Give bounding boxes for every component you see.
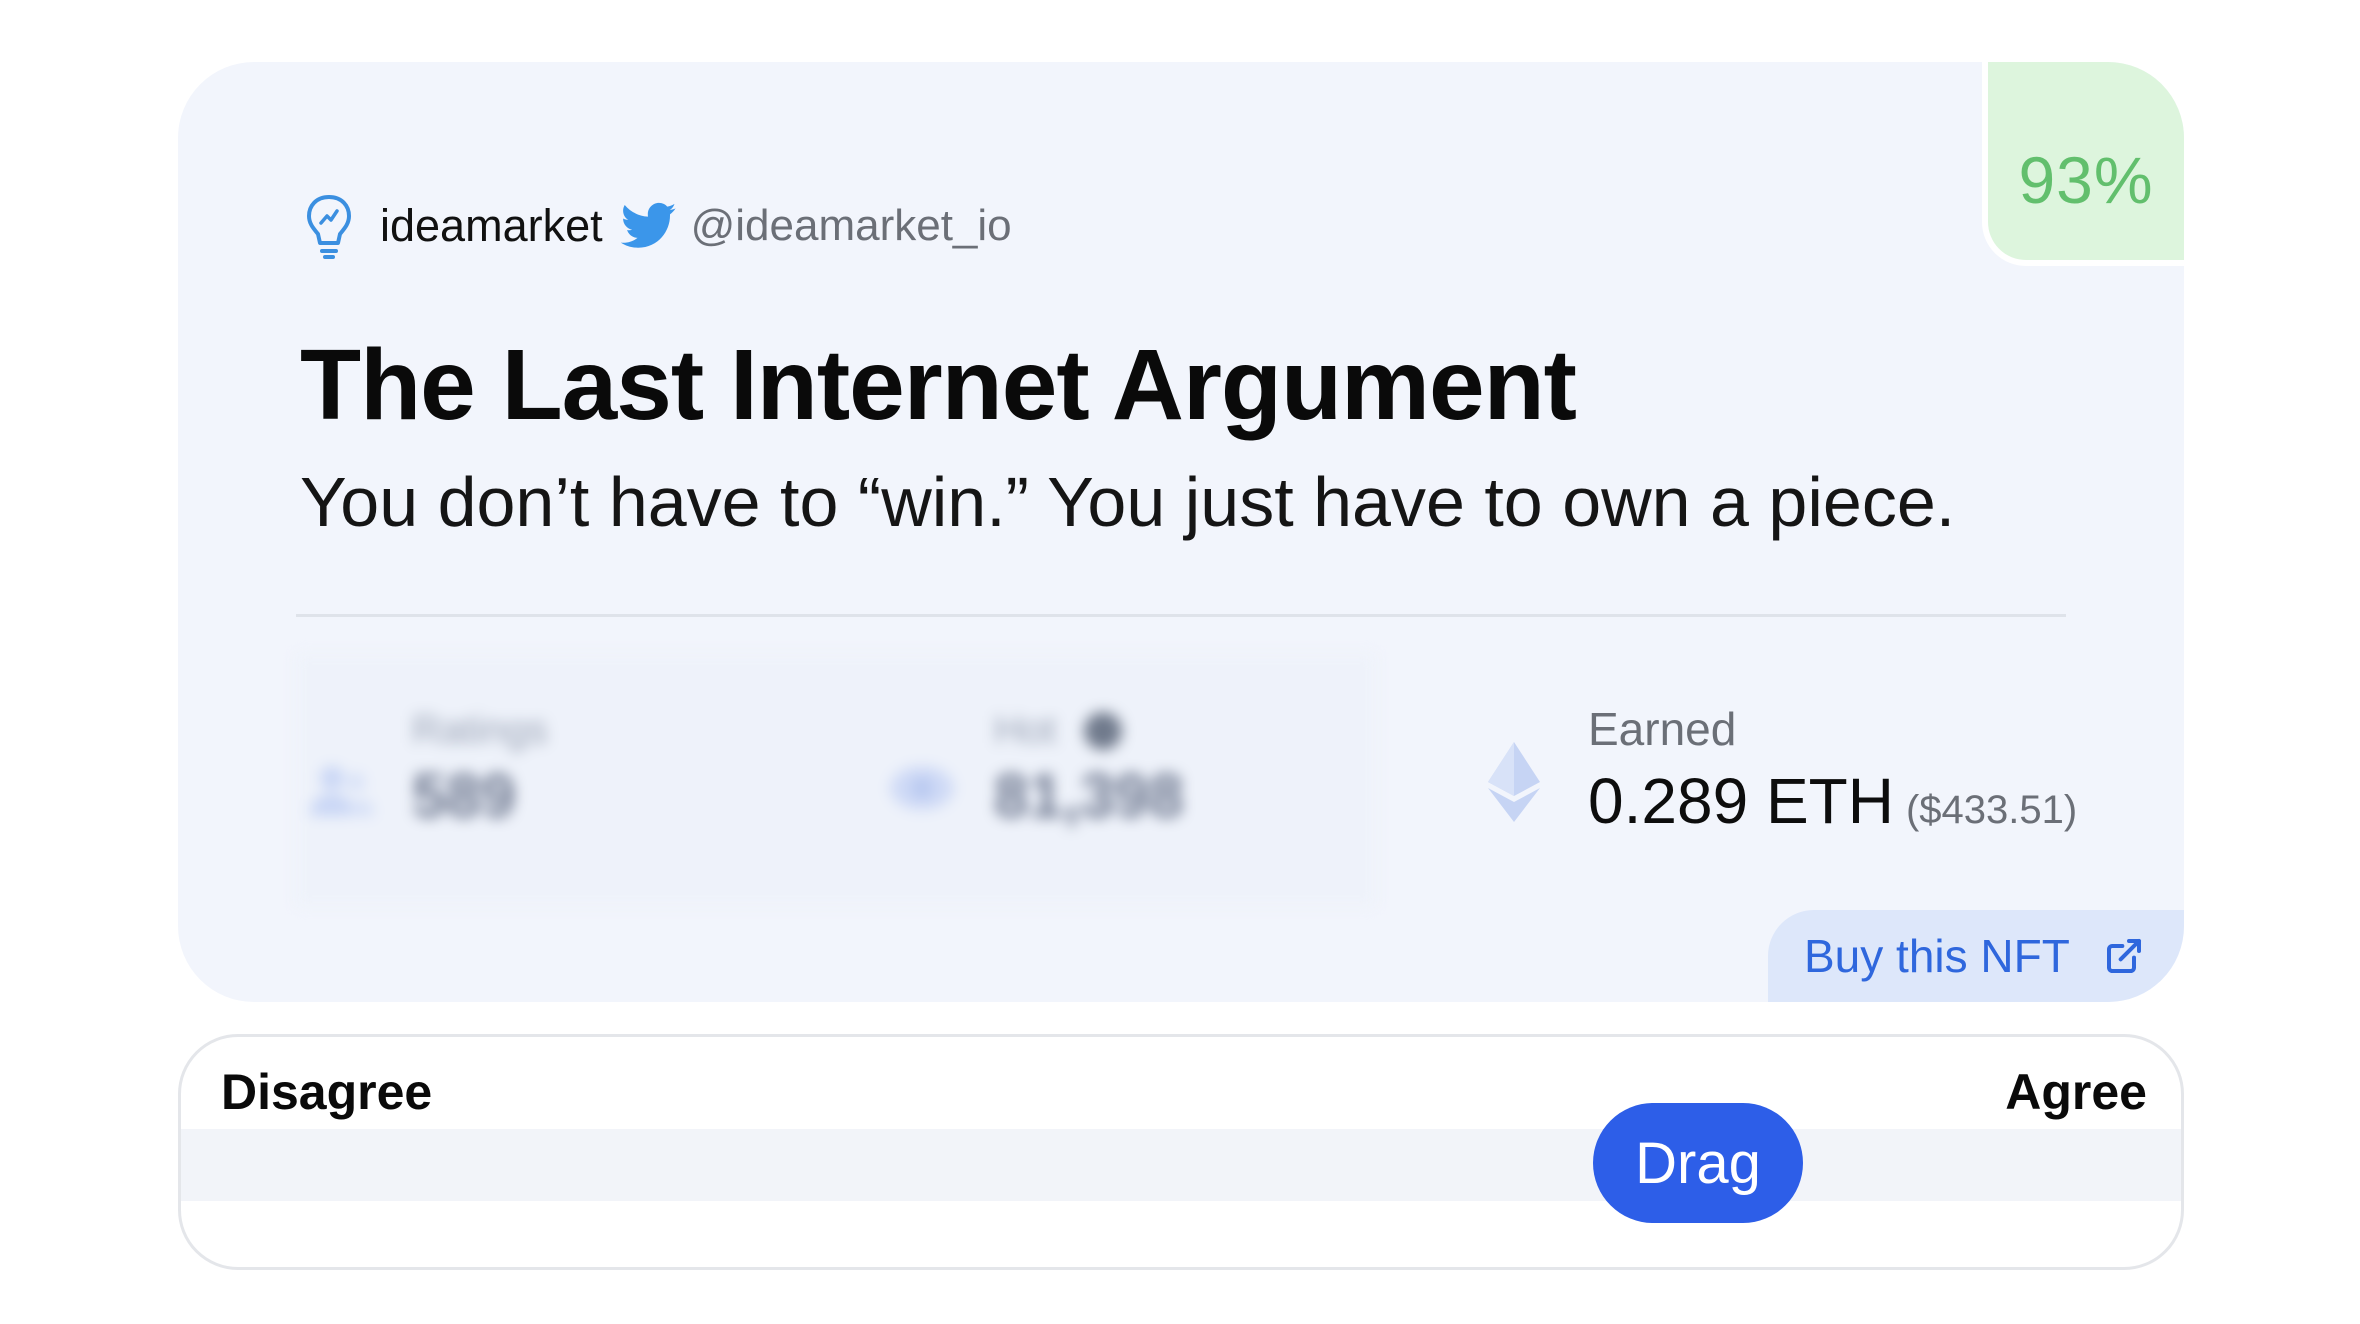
lightbulb-icon: [307, 195, 351, 259]
agreement-percent: 93%: [2018, 143, 2154, 217]
idea-subtitle: You don’t have to “win.” You just have t…: [300, 463, 1956, 541]
slider-drag-handle[interactable]: Drag: [1593, 1103, 1803, 1223]
twitter-handle[interactable]: @ideamarket_io: [691, 201, 1012, 251]
agreement-slider: Disagree Agree Drag: [178, 1034, 2184, 1270]
idea-card: 93% ideamarket @ideamarket_io The Last I…: [178, 62, 2184, 1002]
stat-value-ratings: 589: [412, 762, 516, 831]
stat-value-hot: 81,398: [994, 762, 1184, 831]
earned-usd: ($433.51): [1905, 788, 2078, 832]
external-link-icon: [2106, 939, 2141, 973]
agree-label: Agree: [2005, 1064, 2147, 1120]
agreement-percent-badge: 93%: [1982, 62, 2184, 266]
stat-hot: Hot 81,398: [886, 708, 1184, 832]
drag-label: Drag: [1635, 1130, 1761, 1196]
brand-row: ideamarket @ideamarket_io: [304, 186, 1012, 266]
stats-panel-blurred: Ratings 589 Hot 81,398: [296, 654, 1376, 906]
stat-label-ratings: Ratings: [412, 708, 548, 752]
buy-nft-button[interactable]: Buy this NFT: [1768, 910, 2184, 1002]
divider: [296, 614, 2066, 617]
info-icon[interactable]: [1084, 711, 1123, 750]
stat-ratings: Ratings 589: [304, 708, 548, 832]
idea-title: The Last Internet Argument: [300, 329, 1577, 441]
earned-section: Earned 0.289 ETH ($433.51): [1488, 702, 2077, 838]
earned-value: 0.289 ETH: [1588, 765, 1894, 837]
twitter-icon[interactable]: [620, 202, 677, 250]
buy-nft-label: Buy this NFT: [1804, 930, 2070, 982]
stat-label-hot: Hot: [994, 708, 1057, 752]
disagree-label: Disagree: [221, 1064, 433, 1120]
eye-icon: [890, 766, 954, 810]
users-icon: [310, 766, 374, 816]
brand-name: ideamarket: [380, 200, 603, 251]
ethereum-icon: [1488, 742, 1540, 822]
earned-label: Earned: [1588, 703, 1737, 755]
slider-track[interactable]: [181, 1129, 2181, 1201]
